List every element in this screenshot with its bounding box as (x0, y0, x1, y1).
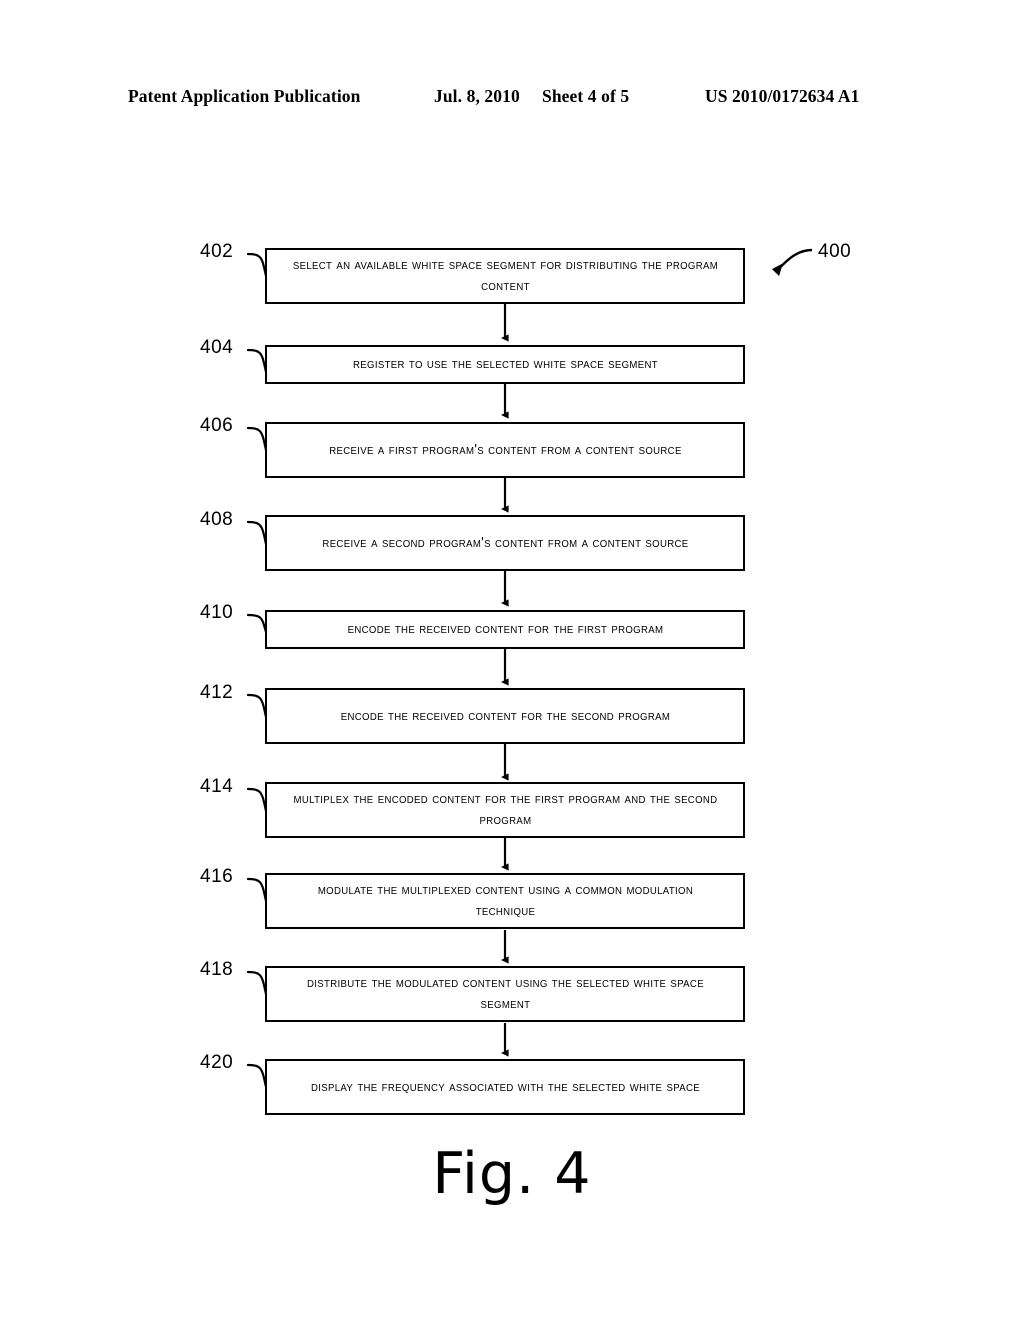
flowchart-step-402: Select An Available White Space Segment … (265, 248, 745, 304)
leader-410 (246, 613, 268, 634)
flowchart-step-414: Multiplex the Encoded Content for the Fi… (265, 782, 745, 838)
leader-414 (246, 787, 268, 813)
flowchart-step-406-label: Receive A First Program's Content from A… (328, 441, 682, 458)
ref-number-410: 410 (200, 602, 234, 623)
flowchart-step-418: Distribute the Modulated Content Using t… (265, 966, 745, 1022)
ref-number-420: 420 (200, 1052, 234, 1073)
diagram-reference-label: 400 (818, 241, 852, 262)
leader-406 (246, 426, 268, 452)
ref-number-418: 418 (200, 959, 234, 980)
flowchart-step-402-label: Select An Available White Space Segment … (292, 257, 718, 294)
flowchart-diagram: 402 404 406 408 410 412 414 416 418 420 … (0, 0, 1024, 1320)
leader-408 (246, 520, 268, 546)
leader-402 (246, 252, 268, 278)
figure-caption: Fig. 4 (432, 1141, 592, 1207)
leader-418 (246, 970, 268, 996)
flowchart-step-412-label: Encode the Received Content for the Seco… (340, 707, 670, 724)
flowchart-step-408: Receive A Second Program's Content from … (265, 515, 745, 571)
flowchart-step-404-label: Register To Use the Selected White Space… (352, 356, 658, 372)
flowchart-step-410: Encode the Received Content for the Firs… (265, 610, 745, 649)
flowchart-step-416-label: Modulate the Multiplexed Content Using A… (317, 882, 693, 919)
flowchart-step-416: Modulate the Multiplexed Content Using A… (265, 873, 745, 929)
ref-number-406: 406 (200, 415, 234, 436)
flowchart-step-414-label: Multiplex the Encoded Content for the Fi… (293, 791, 717, 828)
flowchart-step-404: Register To Use the Selected White Space… (265, 345, 745, 384)
flowchart-step-412: Encode the Received Content for the Seco… (265, 688, 745, 744)
diagram-label-arrow (771, 248, 813, 277)
ref-number-404: 404 (200, 337, 234, 358)
leader-412 (246, 693, 268, 719)
flowchart-connectors (246, 248, 813, 1089)
flowchart-step-420: Display the Frequency Associated with th… (265, 1059, 745, 1115)
flowchart-step-418-label: Distribute the Modulated Content Using t… (306, 975, 704, 1012)
ref-number-412: 412 (200, 682, 234, 703)
ref-number-414: 414 (200, 776, 234, 797)
leader-420 (246, 1063, 268, 1089)
leader-line-group (246, 252, 268, 1089)
leader-404 (246, 348, 268, 374)
flowchart-step-420-label: Display the Frequency Associated with th… (310, 1078, 700, 1095)
flowchart-step-406: Receive A First Program's Content from A… (265, 422, 745, 478)
ref-number-416: 416 (200, 866, 234, 887)
leader-416 (246, 877, 268, 903)
flowchart-step-410-label: Encode the Received Content for the Firs… (347, 621, 663, 637)
ref-number-408: 408 (200, 509, 234, 530)
ref-number-402: 402 (200, 241, 234, 262)
flowchart-step-408-label: Receive A Second Program's Content from … (321, 534, 689, 551)
